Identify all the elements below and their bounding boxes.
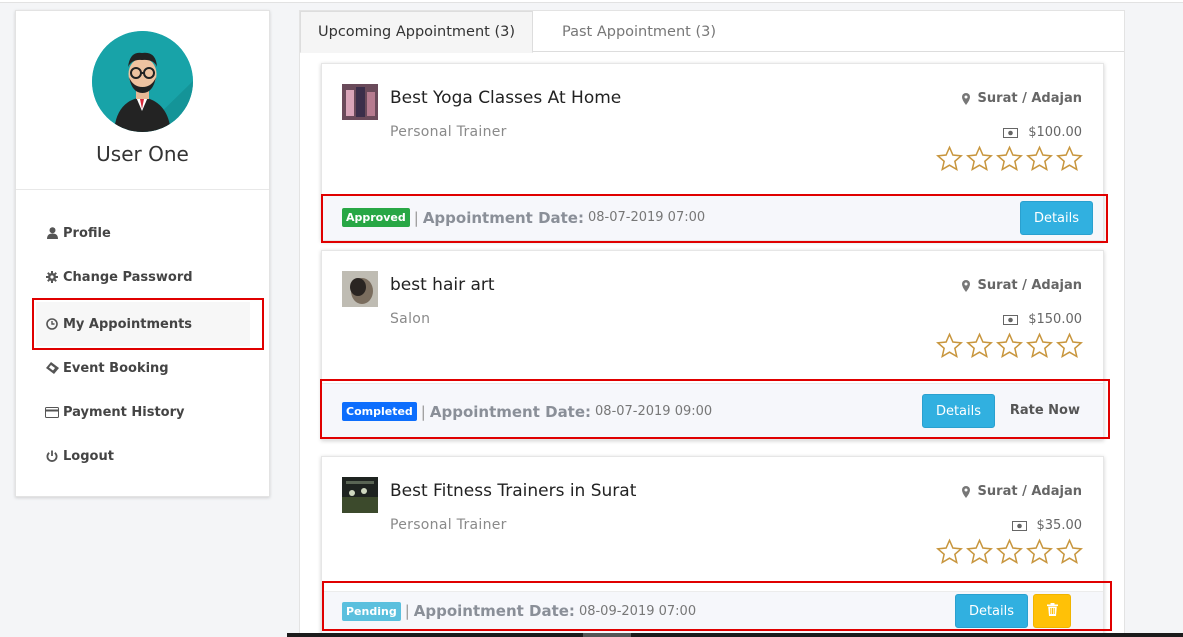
star-icon [966, 332, 993, 359]
listing-location: Surat / Adajan [961, 91, 1082, 106]
listing-category: Personal Trainer [390, 517, 507, 533]
appointment-date-label: Appointment Date: [413, 602, 575, 620]
rating-stars [935, 145, 1084, 173]
star-icon [996, 332, 1023, 359]
sidebar-item-change-password[interactable]: Change Password [36, 255, 250, 299]
separator: | [413, 208, 419, 227]
listing-title[interactable]: Best Fitness Trainers in Surat [390, 481, 636, 501]
appointment-footer: Completed | Appointment Date: 08-07-2019… [322, 383, 1103, 439]
appointment-date: 08-07-2019 09:00 [595, 404, 713, 419]
ticket-icon [45, 361, 59, 375]
star-icon [936, 332, 963, 359]
bottom-scrollbar[interactable] [287, 633, 1183, 637]
star-icon [1026, 332, 1053, 359]
clock-icon [45, 317, 59, 331]
top-border [0, 0, 1183, 3]
user-icon [45, 226, 59, 240]
rating-stars [935, 332, 1084, 360]
listing-category: Personal Trainer [390, 124, 507, 140]
price-text: $150.00 [1028, 312, 1082, 327]
details-button[interactable]: Details [922, 394, 995, 428]
map-pin-icon [961, 485, 970, 498]
location-text: Surat / Adajan [977, 91, 1082, 106]
separator: | [404, 602, 410, 620]
appointment-card: Best Fitness Trainers in Surat Personal … [321, 456, 1104, 637]
star-icon [966, 145, 993, 172]
map-pin-icon [961, 279, 970, 292]
appointment-footer: Approved | Appointment Date: 08-07-2019 … [322, 194, 1103, 240]
appointment-card: Best Yoga Classes At Home Personal Train… [321, 63, 1104, 241]
gear-icon [45, 270, 59, 284]
star-icon [1026, 145, 1053, 172]
star-icon [996, 538, 1023, 565]
sidebar-item-label: Event Booking [63, 360, 169, 376]
listing-price: $100.00 [1003, 125, 1082, 140]
rate-now-link[interactable]: Rate Now [1010, 403, 1080, 418]
listing-thumbnail [342, 84, 378, 120]
sidebar-item-my-appointments[interactable]: My Appointments [36, 302, 250, 346]
map-pin-icon [961, 92, 970, 105]
price-text: $100.00 [1028, 125, 1082, 140]
listing-thumbnail [342, 271, 378, 307]
listing-title[interactable]: best hair art [390, 275, 495, 295]
money-icon [1003, 127, 1019, 138]
sidebar-item-label: My Appointments [63, 316, 193, 332]
power-icon [45, 449, 59, 463]
separator: | [420, 402, 426, 421]
profile-sidebar: User One Profile Change Password My Appo… [15, 10, 270, 497]
location-text: Surat / Adajan [977, 278, 1082, 293]
star-icon [1056, 145, 1083, 172]
appointment-date-label: Appointment Date: [422, 208, 584, 227]
sidebar-item-logout[interactable]: Logout [36, 434, 250, 478]
details-button[interactable]: Details [1020, 201, 1093, 235]
appointment-date: 08-07-2019 07:00 [587, 210, 706, 225]
appointment-card: best hair art Salon Surat / Adajan $150.… [321, 250, 1104, 440]
avatar [92, 31, 193, 132]
rating-stars [935, 538, 1084, 566]
scrollbar-thumb[interactable] [583, 633, 631, 637]
status-badge: Completed [342, 402, 417, 421]
sidebar-item-event-booking[interactable]: Event Booking [36, 346, 250, 390]
delete-button[interactable] [1033, 594, 1071, 628]
appointment-date-label: Appointment Date: [429, 402, 592, 421]
sidebar-item-label: Logout [63, 448, 114, 464]
star-icon [966, 538, 993, 565]
tab-past[interactable]: Past Appointment (3) [545, 11, 733, 53]
appointment-footer: Pending | Appointment Date: 08-09-2019 0… [322, 591, 1103, 637]
location-text: Surat / Adajan [977, 484, 1082, 499]
status-badge: Pending [342, 602, 401, 621]
trash-icon [1046, 602, 1058, 620]
sidebar-item-payment-history[interactable]: Payment History [36, 390, 250, 434]
user-name: User One [96, 142, 189, 166]
sidebar-item-profile[interactable]: Profile [36, 211, 250, 255]
star-icon [936, 145, 963, 172]
money-icon [1011, 520, 1027, 531]
star-icon [996, 145, 1023, 172]
credit-card-icon [45, 405, 59, 419]
tab-upcoming[interactable]: Upcoming Appointment (3) [300, 11, 533, 53]
money-icon [1003, 314, 1019, 325]
sidebar-divider [16, 189, 269, 190]
listing-category: Salon [390, 311, 431, 327]
listing-price: $150.00 [1003, 312, 1082, 327]
sidebar-item-label: Profile [63, 225, 111, 241]
listing-location: Surat / Adajan [961, 278, 1082, 293]
star-icon [1026, 538, 1053, 565]
status-badge: Approved [342, 208, 410, 227]
star-icon [936, 538, 963, 565]
listing-location: Surat / Adajan [961, 484, 1082, 499]
price-text: $35.00 [1036, 518, 1083, 533]
sidebar-item-label: Change Password [63, 269, 193, 285]
appointment-tabs: Upcoming Appointment (3) Past Appointmen… [300, 11, 1124, 53]
appointment-date: 08-09-2019 07:00 [578, 604, 697, 619]
listing-thumbnail [342, 477, 378, 513]
star-icon [1056, 538, 1083, 565]
details-button[interactable]: Details [955, 594, 1028, 628]
sidebar-item-label: Payment History [63, 404, 185, 420]
appointments-panel: Upcoming Appointment (3) Past Appointmen… [299, 10, 1125, 637]
listing-title[interactable]: Best Yoga Classes At Home [390, 88, 621, 108]
listing-price: $35.00 [1011, 518, 1083, 533]
star-icon [1056, 332, 1083, 359]
